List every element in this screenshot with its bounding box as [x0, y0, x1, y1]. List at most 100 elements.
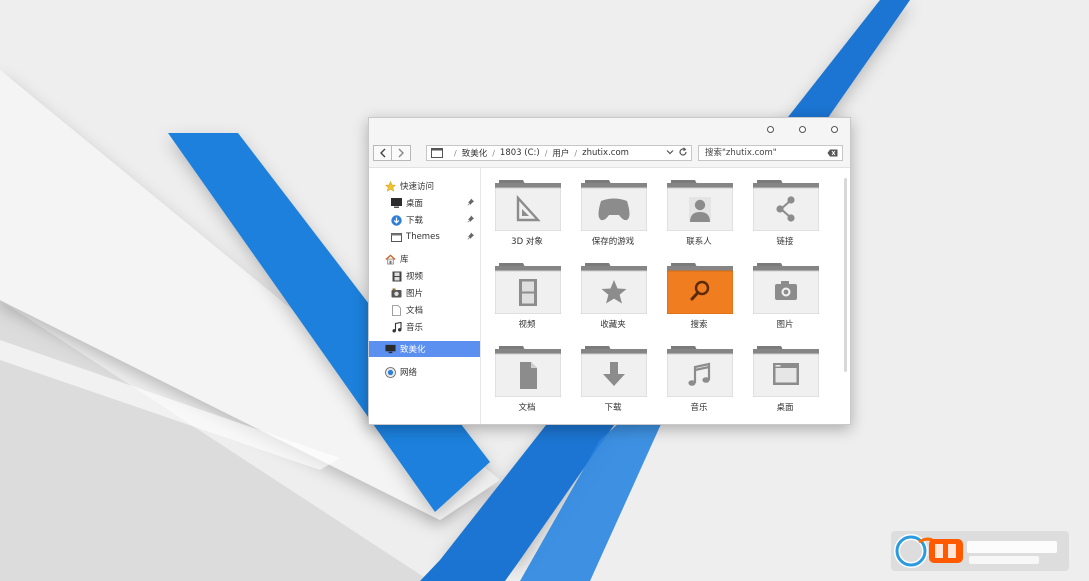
breadcrumb-item[interactable]: 用户	[552, 147, 569, 159]
window-icon	[431, 148, 443, 158]
folder-documents[interactable]: 文档	[491, 342, 563, 422]
folder-links[interactable]: 链接	[749, 176, 821, 256]
sidebar-item-desktop[interactable]: 桌面	[369, 195, 480, 211]
folder-icon	[581, 180, 647, 231]
folder-contacts[interactable]: 联系人	[663, 176, 735, 256]
breadcrumb-separator: /	[574, 148, 578, 158]
title-bar	[369, 118, 850, 142]
folder-label: 搜索	[690, 320, 708, 330]
folder-icon	[495, 263, 561, 314]
sidebar-item-label: 下载	[406, 216, 424, 226]
breadcrumb-item[interactable]: zhutix.com	[582, 148, 629, 158]
folder-saved-games[interactable]: 保存的游戏	[577, 176, 649, 256]
back-button[interactable]	[373, 145, 392, 161]
folder-music[interactable]: 音乐	[663, 342, 735, 422]
folder-label: 3D 对象	[511, 237, 543, 247]
desktop-window-icon	[773, 363, 799, 385]
monitor-icon	[385, 344, 396, 355]
sidebar-item-quick-access[interactable]: 快速访问	[369, 178, 480, 194]
sidebar-item-label: 库	[400, 255, 409, 265]
document-icon	[520, 362, 537, 389]
folder-downloads[interactable]: 下载	[577, 342, 649, 422]
folder-icon	[391, 232, 402, 243]
folder-desktop[interactable]: 桌面	[749, 342, 821, 422]
folder-label: 视频	[518, 320, 536, 330]
navigation-pane: 快速访问 桌面 下载 Themes 库 视频 图片 文档 音乐 致美化 网络	[369, 168, 481, 424]
breadcrumb-separator: /	[454, 148, 457, 158]
desktop-icon	[391, 198, 402, 209]
folder-icon	[581, 346, 647, 397]
folder-icon	[495, 180, 561, 231]
folder-icon	[753, 346, 819, 397]
folder-label: 文档	[518, 403, 536, 413]
breadcrumb-separator: /	[544, 148, 548, 158]
folder-label: 音乐	[690, 403, 708, 413]
sidebar-item-label: 快速访问	[400, 182, 435, 192]
folder-icon	[667, 180, 733, 231]
maximize-icon[interactable]	[799, 126, 806, 133]
folder-label: 下载	[604, 403, 622, 413]
sidebar-item-label: 图片	[406, 289, 424, 299]
sidebar-item-label: Themes	[406, 232, 440, 242]
vertical-scrollbar[interactable]	[844, 178, 847, 372]
folder-label: 收藏夹	[600, 320, 626, 330]
pin-icon[interactable]	[467, 215, 475, 224]
download-icon	[391, 214, 402, 226]
folder-label: 链接	[776, 237, 794, 247]
sidebar-item-downloads[interactable]: 下载	[369, 212, 480, 228]
folder-icon	[753, 180, 819, 231]
sidebar-item-label: 音乐	[406, 323, 424, 333]
folder-videos[interactable]: 视频	[491, 259, 563, 339]
chevron-right-icon	[398, 148, 404, 158]
film-icon	[391, 271, 402, 282]
sidebar-item-label: 视频	[406, 272, 424, 282]
sidebar-item-libraries[interactable]: 库	[369, 251, 480, 267]
sidebar-item-label: 文档	[406, 306, 424, 316]
person-icon	[689, 197, 711, 222]
sidebar-item-label: 致美化	[400, 345, 426, 355]
folder-icon	[495, 346, 561, 397]
folder-icon	[753, 263, 819, 314]
breadcrumb-separator: /	[492, 148, 495, 158]
document-icon	[391, 304, 402, 316]
pin-icon[interactable]	[467, 198, 475, 207]
house-icon	[385, 254, 396, 265]
sidebar-item-pictures[interactable]: 图片	[369, 285, 480, 301]
folder-label: 桌面	[776, 403, 794, 413]
close-icon[interactable]	[831, 126, 838, 133]
pin-icon[interactable]	[467, 232, 475, 241]
sidebar-item-music[interactable]: 音乐	[369, 319, 480, 335]
content-pane: 3D 对象 保存的游戏 联系人 链接 视频 收藏夹 搜索 图片 文档 下载 音乐…	[481, 168, 850, 424]
clear-icon[interactable]	[827, 149, 838, 157]
breadcrumb-item[interactable]: 致美化	[462, 147, 488, 159]
sidebar-item-this-pc[interactable]: 致美化	[369, 341, 480, 357]
folder-3d-objects[interactable]: 3D 对象	[491, 176, 563, 256]
search-input[interactable]: 搜索"zhutix.com"	[698, 145, 843, 161]
sidebar-item-network[interactable]: 网络	[369, 364, 480, 380]
chevron-down-icon[interactable]	[666, 148, 674, 156]
folder-favorites[interactable]: 收藏夹	[577, 259, 649, 339]
folder-searches[interactable]: 搜索	[663, 259, 735, 339]
forward-button[interactable]	[392, 145, 411, 161]
sidebar-item-themes[interactable]: Themes	[369, 229, 480, 245]
folder-pictures[interactable]: 图片	[749, 259, 821, 339]
minimize-icon[interactable]	[767, 126, 774, 133]
picture-icon	[391, 288, 402, 299]
folder-icon	[667, 346, 733, 397]
breadcrumb-item[interactable]: 1803 (C:)	[500, 148, 540, 158]
search-text: 搜索"zhutix.com"	[705, 148, 777, 158]
film-icon	[519, 279, 537, 306]
folder-label: 保存的游戏	[591, 237, 635, 247]
toolbar: / 致美化 / 1803 (C:) / 用户 / zhutix.com 搜索"z…	[369, 142, 850, 168]
music-note-icon	[391, 321, 402, 333]
folder-label: 图片	[776, 320, 794, 330]
star-icon	[385, 180, 396, 192]
address-actions	[666, 147, 688, 157]
file-explorer-window: / 致美化 / 1803 (C:) / 用户 / zhutix.com 搜索"z…	[368, 117, 851, 425]
sidebar-item-videos[interactable]: 视频	[369, 268, 480, 284]
address-bar[interactable]: / 致美化 / 1803 (C:) / 用户 / zhutix.com	[426, 145, 692, 161]
sidebar-item-label: 网络	[400, 368, 418, 378]
refresh-icon[interactable]	[678, 147, 688, 157]
network-icon	[385, 366, 396, 378]
sidebar-item-documents[interactable]: 文档	[369, 302, 480, 318]
